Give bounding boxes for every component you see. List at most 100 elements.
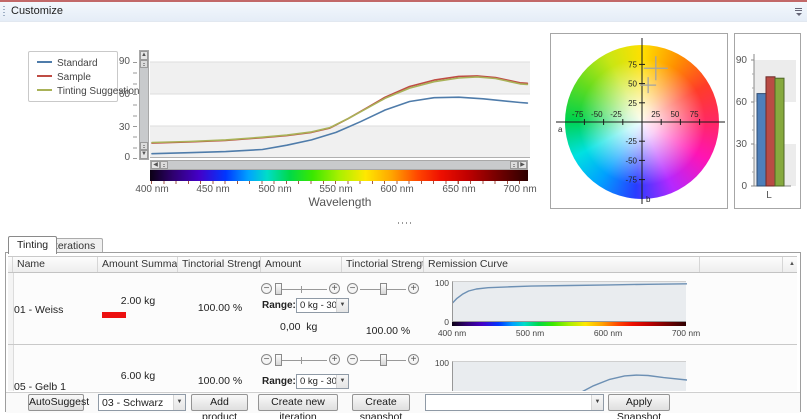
snapshot-select[interactable]: ▼	[425, 394, 604, 411]
scroll-up-arrow-icon[interactable]: ▲	[140, 51, 148, 60]
decrease-amount-icon[interactable]: −	[261, 354, 272, 365]
chevron-down-icon[interactable]: ▼	[591, 395, 603, 410]
add-product-button[interactable]: Add product	[191, 394, 248, 411]
svg-text:-75: -75	[572, 110, 584, 119]
remission-xtick-600: 600 nm	[588, 328, 628, 338]
autosuggest-button[interactable]: AutoSuggest	[28, 394, 84, 411]
tab-tinting[interactable]: Tinting	[8, 236, 57, 254]
spectral-xtick-600: 600 nm	[375, 184, 419, 195]
grid-row-gelb[interactable]: 05 - Gelb 1 6.00 kg 100.00 % − + Range: …	[8, 345, 797, 391]
scroll-left-arrow-icon[interactable]: ◀	[151, 161, 160, 169]
decrease-tinctorial-icon[interactable]: −	[347, 283, 358, 294]
application-window: Customize Standard Sample Tinting Sugges…	[0, 0, 807, 419]
spectral-ytick-90: 90	[104, 56, 130, 67]
toolbar-grip-handle[interactable]	[3, 6, 5, 17]
svg-text:b: b	[646, 195, 651, 204]
l-ytick-0: 0	[727, 181, 747, 192]
amount-summary-value: 6.00 kg	[98, 370, 178, 382]
svg-text:-25: -25	[610, 110, 622, 119]
column-header-remission[interactable]: Remission Curve	[424, 257, 700, 272]
decrease-amount-icon[interactable]: −	[261, 283, 272, 294]
sample-line-swatch	[37, 75, 52, 77]
create-snapshot-button[interactable]: Create snapshot	[352, 394, 410, 411]
chevron-down-icon[interactable]: ▼	[173, 395, 185, 410]
horizontal-splitter-handle[interactable]	[398, 222, 414, 224]
create-new-iteration-button[interactable]: Create new iteration	[258, 394, 338, 411]
chevron-down-icon[interactable]: ▼	[336, 375, 348, 388]
increase-amount-icon[interactable]: +	[329, 283, 340, 294]
scroll-grip-bottom[interactable]	[140, 142, 148, 150]
amount-slider-thumb[interactable]	[275, 354, 282, 366]
increase-tinctorial-icon[interactable]: +	[408, 283, 419, 294]
remission-plot	[452, 361, 686, 391]
ab-color-plane-panel: -75-75-50-50-25-25252550507575ab	[550, 33, 728, 209]
svg-text:-75: -75	[625, 176, 637, 185]
amount-slider-thumb[interactable]	[275, 283, 282, 295]
toolbar-overflow-icon[interactable]	[794, 7, 803, 16]
range-label: Range:	[262, 300, 296, 311]
column-header-name[interactable]: Name	[13, 257, 98, 272]
product-name: 05 - Gelb 1	[14, 381, 66, 391]
range-select[interactable]: 0 kg - 300 l ▼	[296, 374, 349, 389]
apply-snapshot-button[interactable]: Apply Snapshot	[608, 394, 670, 411]
product-select-value: 03 - Schwarz	[102, 397, 173, 409]
chevron-down-icon[interactable]: ▼	[336, 299, 348, 312]
svg-text:-50: -50	[591, 110, 603, 119]
legend-label: Standard	[57, 58, 98, 69]
tinctorial-summary-value: 100.00 %	[178, 302, 262, 314]
scroll-grip-left[interactable]	[160, 161, 168, 169]
tinctorial-value: 100.00 %	[360, 325, 416, 337]
spectral-ytick-0: 0	[104, 152, 130, 163]
spectral-xtick-650: 650 nm	[437, 184, 481, 195]
spectral-xtick-700: 700 nm	[498, 184, 542, 195]
svg-text:50: 50	[670, 110, 679, 119]
wavelength-spectrum-strip	[150, 170, 528, 181]
column-header-amount[interactable]: Amount	[261, 257, 342, 272]
spectral-vertical-scrollbar[interactable]: ▲ ▼	[139, 50, 149, 160]
l-axis-title: L	[751, 190, 787, 201]
tinctorial-slider-thumb[interactable]	[380, 354, 387, 366]
amount-slider[interactable]: − +	[261, 282, 341, 296]
column-header-amount-summary[interactable]: Amount Summary	[98, 257, 178, 272]
tinctorial-slider-thumb[interactable]	[380, 283, 387, 295]
ab-axes-overlay: -75-75-50-50-25-25252550507575ab	[551, 34, 727, 208]
scroll-grip-top[interactable]	[140, 60, 148, 68]
amount-slider[interactable]: − +	[261, 353, 341, 367]
scroll-right-arrow-icon[interactable]: ▶	[518, 161, 527, 169]
legend-label: Sample	[57, 72, 91, 83]
scroll-grip-right[interactable]	[510, 161, 518, 169]
tinctorial-slider[interactable]: − +	[347, 282, 419, 296]
standard-line-swatch	[37, 61, 52, 63]
amount-summary-bar	[102, 312, 126, 318]
grid-scroll-up-icon[interactable]: ▲	[783, 257, 797, 272]
increase-tinctorial-icon[interactable]: +	[408, 354, 419, 365]
remission-curve-cell: 100	[432, 351, 712, 391]
decrease-tinctorial-icon[interactable]: −	[347, 354, 358, 365]
svg-text:-50: -50	[625, 156, 637, 165]
l-ytick-60: 60	[727, 97, 747, 108]
spectral-ytick-60: 60	[104, 89, 130, 100]
spectral-horizontal-scrollbar[interactable]: ◀ ▶	[150, 160, 528, 170]
column-header-tinctorial-summary[interactable]: Tinctorial Strength Su...	[178, 257, 261, 272]
remission-xtick-500: 500 nm	[510, 328, 550, 338]
column-header-blank	[700, 257, 783, 272]
column-header-tinctorial[interactable]: Tinctorial Strength	[342, 257, 424, 272]
svg-text:25: 25	[628, 99, 637, 108]
scroll-down-arrow-icon[interactable]: ▼	[140, 150, 148, 159]
grid-row-weiss[interactable]: 01 - Weiss 2.00 kg 100.00 % − + Range: 0…	[8, 273, 797, 345]
amount-number: 0,00	[280, 321, 300, 333]
grid-header: Name Amount Summary Tinctorial Strength …	[8, 256, 797, 273]
spectral-xtick-500: 500 nm	[253, 184, 297, 195]
tinctorial-slider[interactable]: − +	[347, 353, 419, 367]
toolbar-title: Customize	[11, 5, 63, 17]
svg-text:a: a	[558, 125, 563, 134]
remission-ymax: 100	[432, 278, 449, 288]
product-select[interactable]: 03 - Schwarz ▼	[98, 394, 186, 411]
amount-value: 0,00 kg	[280, 321, 317, 333]
increase-amount-icon[interactable]: +	[329, 354, 340, 365]
range-select[interactable]: 0 kg - 300 l ▼	[296, 298, 349, 313]
spectral-yaxis-ticks	[133, 62, 137, 159]
svg-text:50: 50	[628, 80, 637, 89]
spectral-xtick-400: 400 nm	[130, 184, 174, 195]
svg-text:75: 75	[690, 110, 699, 119]
